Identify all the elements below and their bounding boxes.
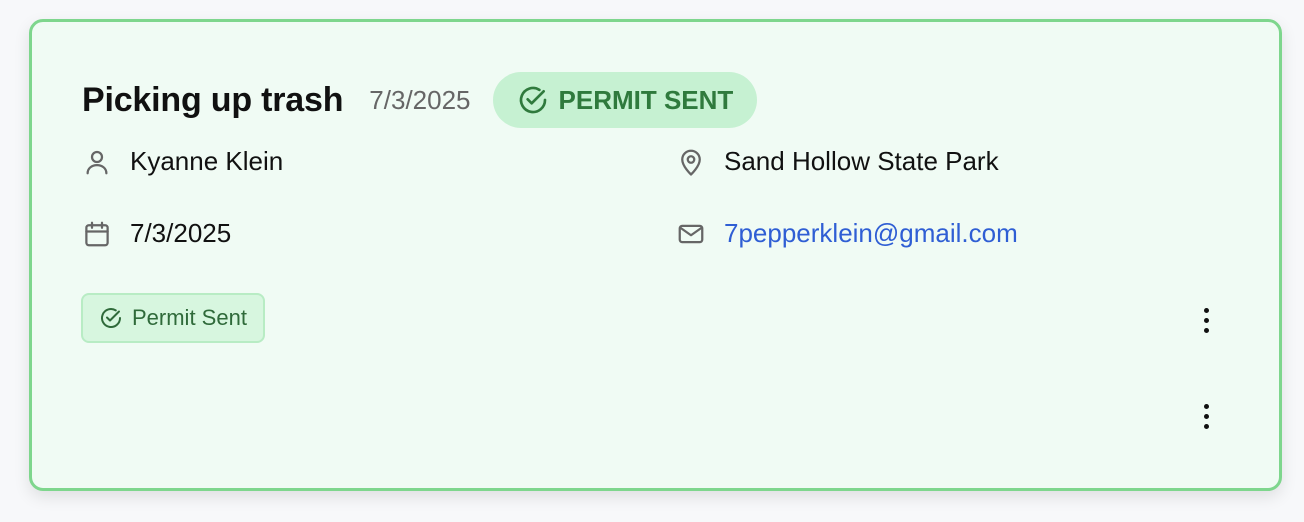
card-date: 7/3/2025 [369,84,471,115]
more-options-button-secondary[interactable] [1192,396,1220,436]
more-vertical-icon [1203,307,1209,313]
email-row: 7pepperklein@gmail.com [676,218,1018,249]
email-link[interactable]: 7pepperklein@gmail.com [724,218,1018,249]
mail-icon [678,224,704,243]
location-name: Sand Hollow State Park [724,146,999,176]
status-badge: Permit Sent [81,293,265,343]
status-label: PERMIT SENT [558,84,734,115]
check-circle-icon [519,86,546,114]
check-circle-icon [101,308,121,328]
event-date: 7/3/2025 [130,218,232,248]
date-row: 7/3/2025 [82,218,231,249]
more-options-button[interactable] [1192,300,1220,340]
location-row: Sand Hollow State Park [676,146,999,177]
more-vertical-icon [1203,403,1209,409]
permit-card: Picking up trash 7/3/2025 PERMIT SENT Ky… [29,19,1282,491]
person-row: Kyanne Klein [82,146,283,177]
person-name: Kyanne Klein [130,146,284,176]
calendar-icon [85,221,109,246]
status-badge-label: Permit Sent [132,305,247,330]
card-header: Picking up trash 7/3/2025 PERMIT SENT [82,72,758,128]
user-icon [86,150,108,174]
map-pin-icon [681,149,701,176]
card-title: Picking up trash [82,80,344,119]
status-pill: PERMIT SENT [492,72,758,128]
